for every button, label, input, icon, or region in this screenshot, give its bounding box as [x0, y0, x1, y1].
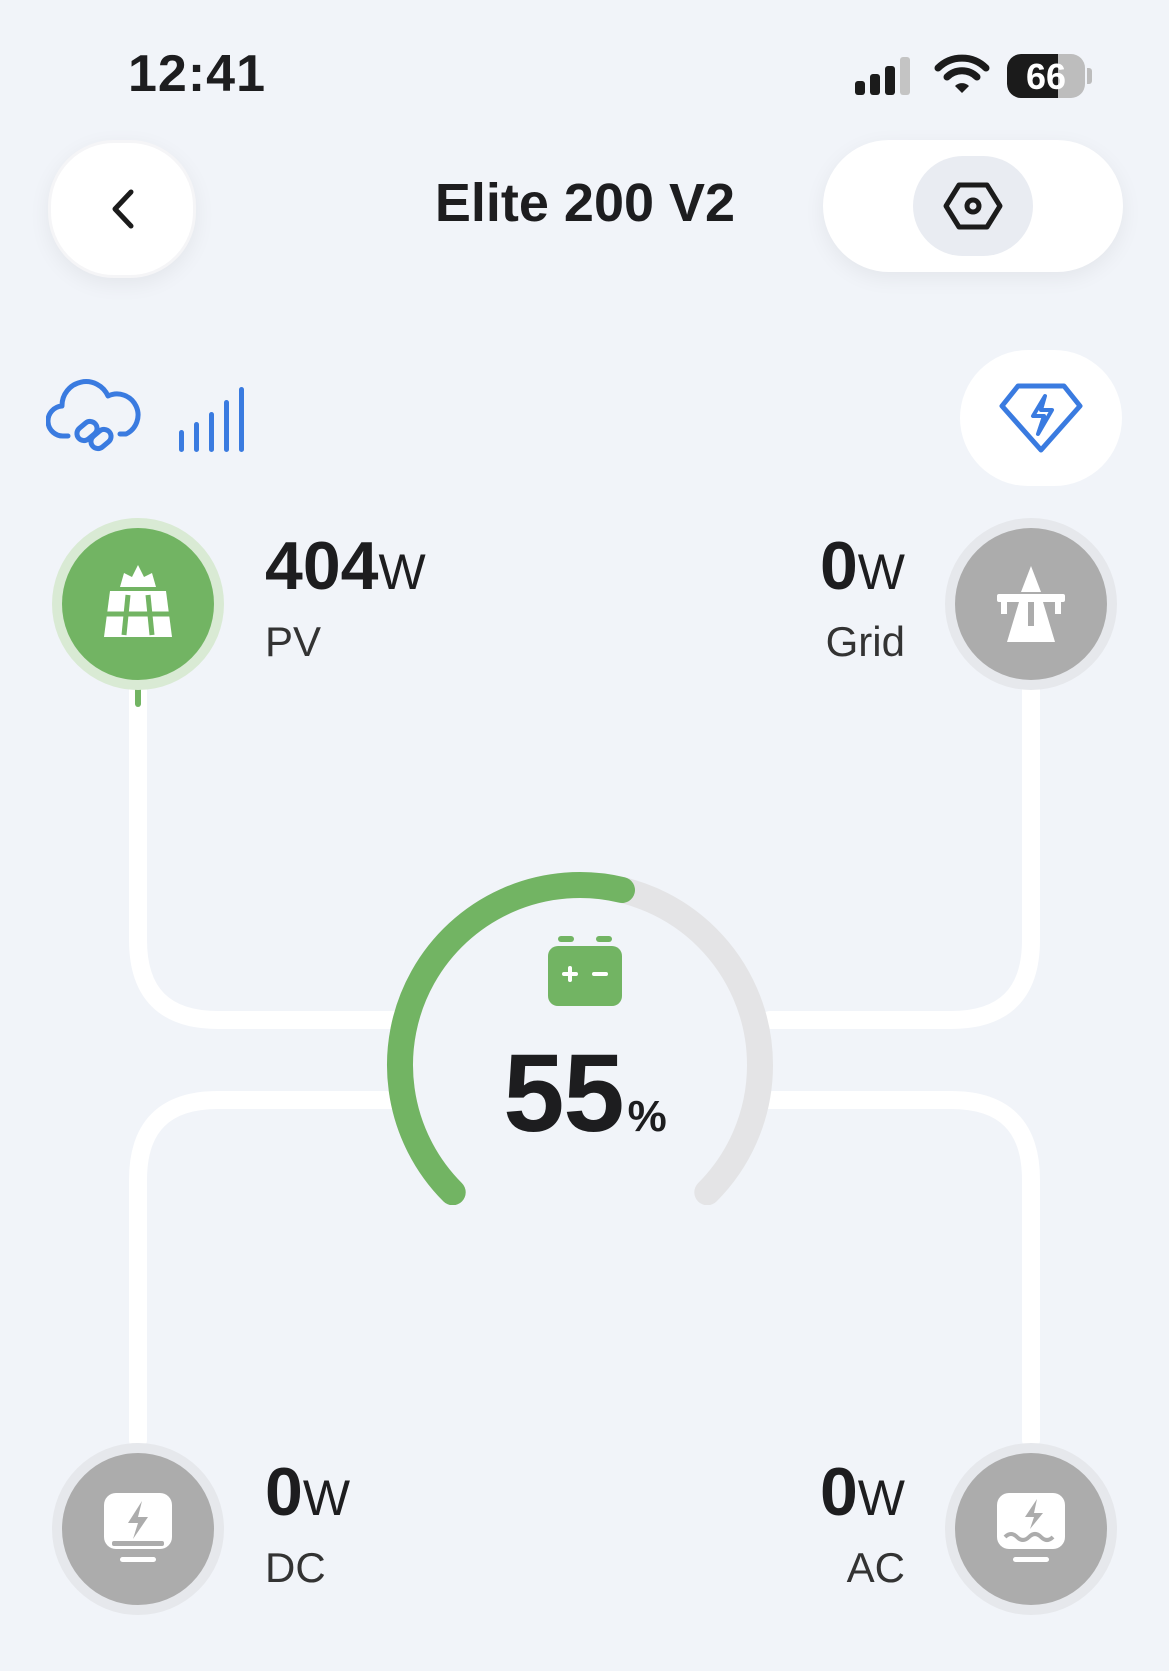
grid-node[interactable]: [945, 518, 1117, 690]
pv-node[interactable]: [52, 518, 224, 690]
solar-panel-icon: [104, 565, 172, 637]
battery-icon: [548, 936, 622, 1006]
ac-power: 0: [819, 1454, 858, 1530]
pv-node-inner: [62, 528, 214, 680]
pv-label: PV: [265, 618, 322, 665]
pv-unit: W: [378, 544, 426, 600]
dc-unit: W: [302, 1470, 351, 1526]
ac-node-inner: [955, 1453, 1107, 1605]
grid-unit: W: [857, 544, 905, 600]
energy-flow-lines: [129, 677, 1040, 1449]
dc-label: DC: [265, 1544, 326, 1591]
pv-value: 404W: [265, 532, 426, 600]
grid-value: 0W: [700, 532, 905, 600]
dc-output-icon: [104, 1493, 172, 1562]
soc-value: 55: [503, 1032, 624, 1155]
dc-node-inner: [62, 1453, 214, 1605]
grid-power: 0: [819, 528, 858, 604]
ac-label: AC: [846, 1544, 905, 1591]
dc-value: 0W: [265, 1458, 350, 1526]
ac-value: 0W: [700, 1458, 905, 1526]
grid-label: Grid: [825, 618, 905, 665]
battery-soc: 55%: [470, 1030, 700, 1157]
pv-power: 404: [265, 528, 379, 604]
ac-unit: W: [857, 1470, 905, 1526]
dc-node[interactable]: [52, 1443, 224, 1615]
power-tower-icon: [997, 566, 1065, 642]
ac-node[interactable]: [945, 1443, 1117, 1615]
soc-unit: %: [627, 1092, 667, 1141]
grid-node-inner: [955, 528, 1107, 680]
dc-power: 0: [265, 1454, 303, 1530]
ac-output-icon: [997, 1493, 1065, 1562]
